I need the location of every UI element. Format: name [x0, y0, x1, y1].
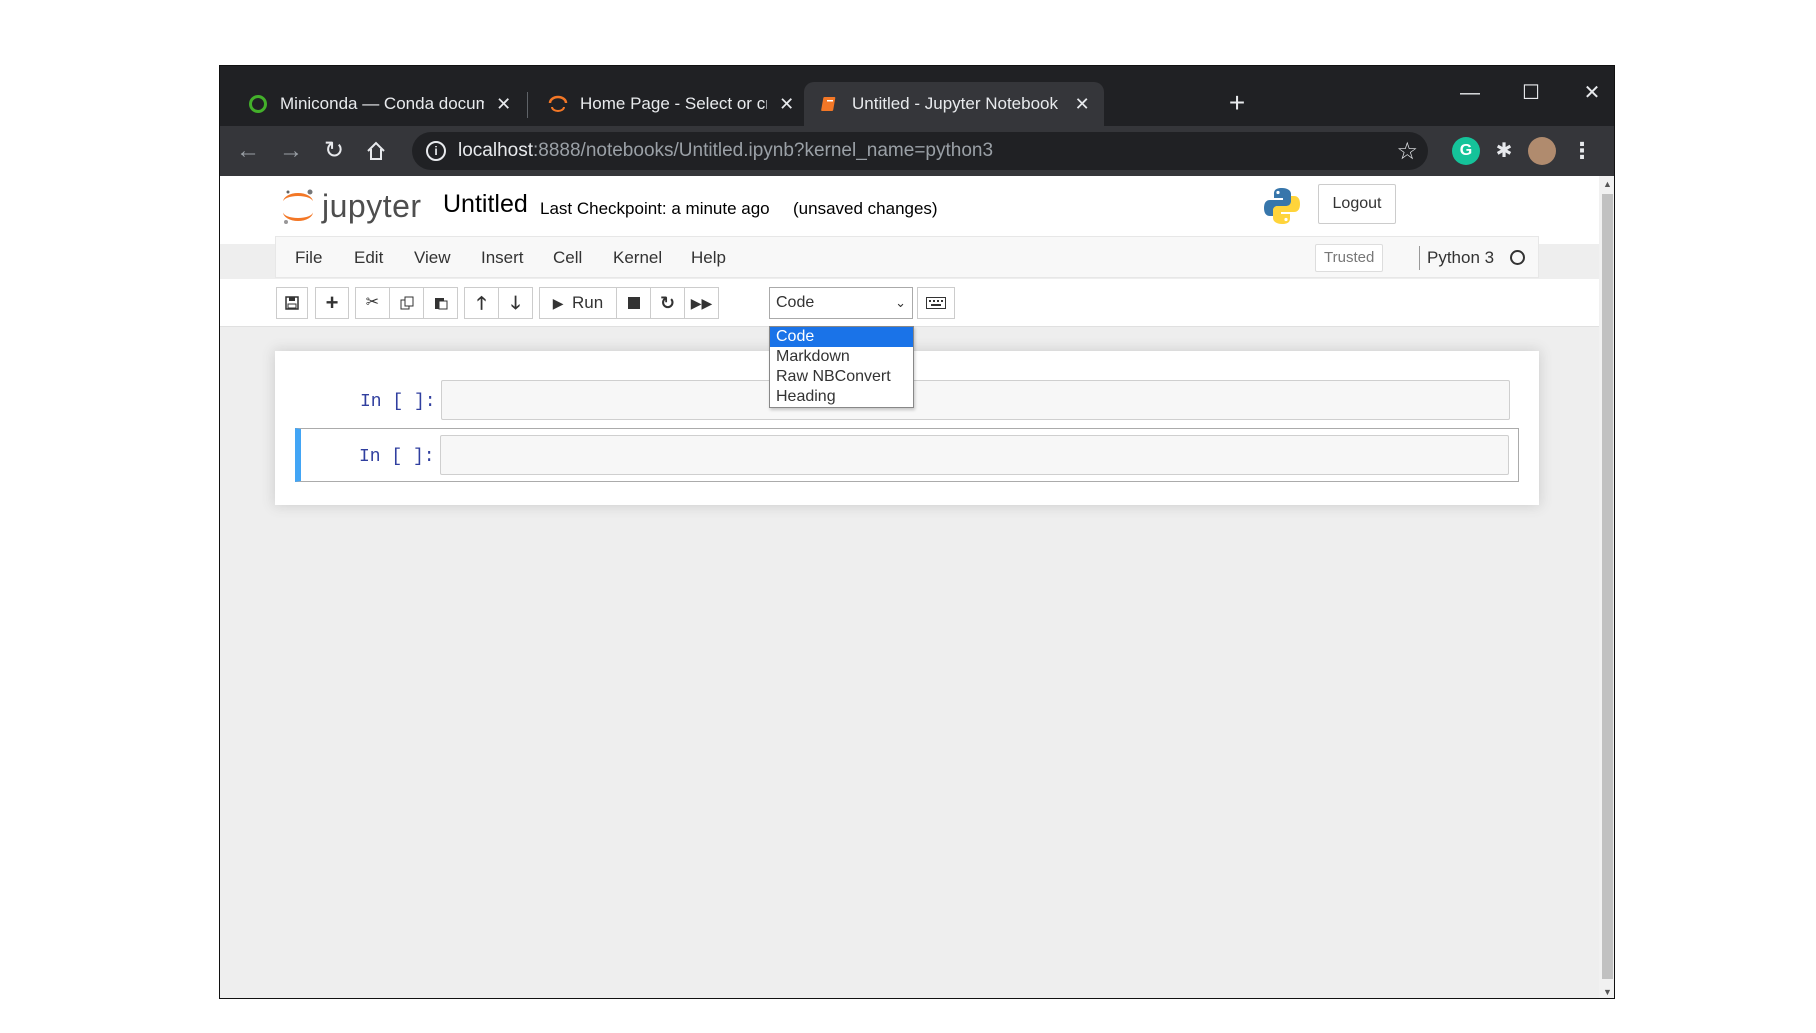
option-code[interactable]: Code	[770, 327, 913, 347]
code-input[interactable]	[440, 435, 1509, 475]
address-bar[interactable]: i localhost:8888/notebooks/Untitled.ipyn…	[412, 132, 1428, 170]
chevron-down-icon: ⌄	[895, 295, 906, 310]
info-icon[interactable]: i	[426, 141, 446, 161]
menu-edit[interactable]: Edit	[354, 248, 383, 268]
arrow-up-icon: 🡑	[476, 293, 487, 313]
home-icon[interactable]	[360, 135, 392, 167]
kernel-idle-indicator-icon	[1510, 250, 1525, 265]
code-cell-selected[interactable]: In [ ]:	[295, 428, 1519, 482]
tab-title: Miniconda — Conda documentation	[280, 94, 484, 113]
arrow-down-icon: 🡓	[510, 293, 521, 313]
page-scrollbar[interactable]: ▲ ▼	[1599, 176, 1614, 998]
cell-type-select[interactable]: Code ⌄	[769, 287, 913, 319]
save-icon	[285, 296, 299, 310]
extensions-puzzle-icon[interactable]: ✱	[1490, 137, 1518, 165]
back-arrow-icon[interactable]: ←	[232, 135, 264, 167]
move-down-button[interactable]: 🡓	[498, 287, 533, 319]
jupyter-logo-text: jupyter	[322, 187, 422, 224]
run-button[interactable]: ▶ Run	[539, 287, 617, 319]
close-icon[interactable]: ✕	[494, 94, 513, 115]
notebook-name[interactable]: Untitled	[443, 190, 528, 219]
copy-icon	[400, 296, 413, 310]
restart-run-all-button[interactable]: ▶▶	[684, 287, 719, 319]
jupyter-icon	[548, 95, 568, 112]
url-path: :8888/notebooks/Untitled.ipynb?kernel_na…	[533, 140, 994, 161]
menu-cell[interactable]: Cell	[553, 248, 582, 268]
menu-file[interactable]: File	[295, 248, 322, 268]
option-raw-nbconvert[interactable]: Raw NBConvert	[770, 367, 913, 387]
tab-title: Home Page - Select or create a notebook	[580, 94, 767, 113]
save-button[interactable]	[276, 287, 308, 319]
jupyter-header: jupyter Untitled Last Checkpoint: a minu…	[220, 176, 1599, 244]
conda-icon	[249, 95, 267, 113]
cut-button[interactable]: ✂	[355, 287, 390, 319]
tab-strip: Miniconda — Conda documentation ✕ Home P…	[220, 66, 1614, 126]
run-label: Run	[572, 293, 604, 312]
new-tab-button[interactable]: +	[1221, 88, 1253, 120]
forward-arrow-icon[interactable]: →	[275, 135, 307, 167]
fast-forward-icon: ▶▶	[690, 295, 713, 311]
interrupt-button[interactable]	[616, 287, 651, 319]
code-input[interactable]	[441, 380, 1510, 420]
tab-title: Untitled - Jupyter Notebook	[852, 94, 1058, 113]
menu-insert[interactable]: Insert	[481, 248, 524, 268]
page-viewport: jupyter Untitled Last Checkpoint: a minu…	[220, 176, 1599, 998]
star-icon[interactable]: ☆	[1396, 137, 1418, 166]
cell-type-value: Code	[776, 294, 815, 311]
reload-icon[interactable]: ↻	[318, 135, 350, 167]
play-icon: ▶	[552, 295, 564, 311]
autosave-status: (unsaved changes)	[793, 199, 938, 218]
minimize-button[interactable]: —	[1450, 78, 1490, 108]
tab-miniconda[interactable]: Miniconda — Conda documentation ✕	[220, 82, 525, 126]
trusted-badge[interactable]: Trusted	[1315, 244, 1384, 272]
paste-button[interactable]	[423, 287, 458, 319]
menu-kernel[interactable]: Kernel	[613, 248, 662, 268]
close-window-button[interactable]: ✕	[1572, 78, 1612, 108]
plus-icon: +	[325, 290, 339, 315]
scroll-down-icon[interactable]: ▼	[1599, 984, 1614, 998]
stop-icon	[627, 296, 640, 309]
browser-window: Miniconda — Conda documentation ✕ Home P…	[219, 65, 1615, 999]
menu-help[interactable]: Help	[691, 248, 726, 268]
notebook-icon	[821, 97, 836, 111]
scroll-up-icon[interactable]: ▲	[1599, 176, 1614, 192]
menu-bar: File Edit View Insert Cell Kernel Help T…	[275, 236, 1539, 278]
input-prompt: In [ ]:	[359, 447, 435, 467]
menu-view[interactable]: View	[414, 248, 451, 268]
python-logo-icon	[1264, 188, 1300, 224]
tab-untitled-active[interactable]: Untitled - Jupyter Notebook ✕	[804, 82, 1104, 126]
jupyter-logo-icon	[283, 189, 313, 224]
menu-kebab-icon[interactable]: ⋮	[1568, 137, 1596, 165]
cell-type-dropdown: Code Markdown Raw NBConvert Heading	[769, 326, 914, 408]
jupyter-logo[interactable]: jupyter	[280, 184, 422, 228]
command-palette-button[interactable]	[917, 287, 955, 319]
browser-toolbar: ← → ↻ i localhost:8888/notebooks/Untitle…	[220, 126, 1614, 176]
restart-icon: ↻	[659, 293, 676, 313]
move-up-button[interactable]: 🡑	[464, 287, 499, 319]
scrollbar-thumb[interactable]	[1602, 194, 1613, 979]
copy-button[interactable]	[389, 287, 424, 319]
url-host: localhost	[458, 140, 533, 161]
kernel-name[interactable]: Python 3	[1427, 248, 1494, 268]
close-icon[interactable]: ✕	[777, 94, 796, 115]
option-markdown[interactable]: Markdown	[770, 347, 913, 367]
logout-button[interactable]: Logout	[1318, 184, 1396, 224]
checkpoint-status: Last Checkpoint: a minute ago	[540, 199, 770, 218]
paste-icon	[434, 297, 447, 310]
option-heading[interactable]: Heading	[770, 387, 913, 407]
close-icon[interactable]: ✕	[1072, 94, 1092, 115]
tab-home-page[interactable]: Home Page - Select or create a notebook …	[528, 82, 808, 126]
maximize-button[interactable]: ☐	[1511, 78, 1551, 108]
scissors-icon: ✂	[365, 294, 380, 311]
grammarly-icon[interactable]: G	[1452, 137, 1480, 165]
input-prompt: In [ ]:	[360, 392, 436, 412]
keyboard-icon	[926, 296, 946, 309]
restart-button[interactable]: ↻	[650, 287, 685, 319]
notebook-toolbar: + ✂ 🡑 🡓 ▶ Run ↻ ▶▶ Code ⌄	[220, 279, 1599, 327]
insert-cell-button[interactable]: +	[315, 287, 349, 319]
divider	[1419, 246, 1420, 270]
avatar[interactable]	[1528, 137, 1556, 165]
